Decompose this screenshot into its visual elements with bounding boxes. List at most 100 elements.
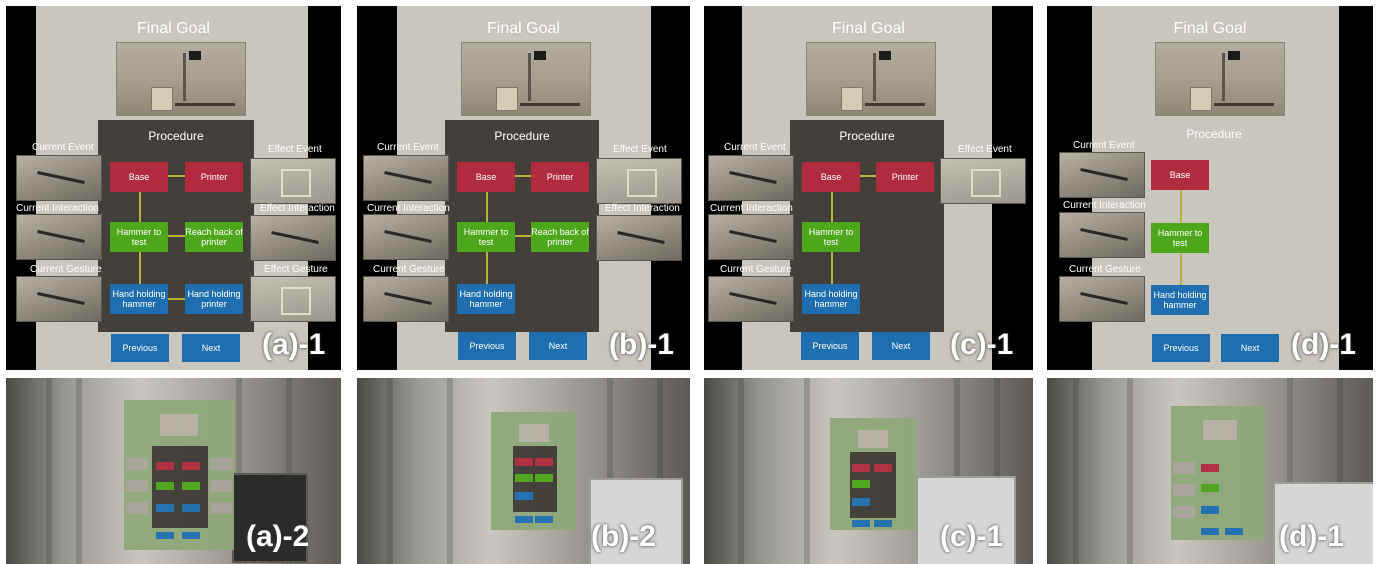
effect-gesture-label: Effect Gesture [264,264,328,275]
figure-label: (d)-1 [1291,328,1356,361]
node-base[interactable]: Base [802,162,860,192]
current-event-label: Current Event [724,142,786,153]
previous-button[interactable]: Previous [1152,334,1210,362]
current-event-label: Current Event [1073,140,1135,151]
node-base[interactable]: Base [457,162,515,192]
node-base[interactable]: Base [110,162,168,192]
connector [139,190,141,222]
current-interaction-label: Current Interaction [16,203,99,214]
current-interaction-label: Current Interaction [710,203,793,214]
connector [486,190,488,222]
current-gesture-label: Current Gesture [720,264,792,275]
effect-event-label: Effect Event [268,144,322,155]
figure-label: (c)-1 [950,328,1014,361]
connector [486,252,488,286]
node-hand-holding-hammer[interactable]: Hand holding hammer [802,284,860,314]
procedure-title: Procedure [1186,127,1242,141]
figure-label: (d)-1 [1279,520,1344,553]
current-interaction-label: Current Interaction [367,203,450,214]
panel-d-top: Final Goal Procedure Current Event Curre… [1047,6,1373,370]
previous-button[interactable]: Previous [801,332,859,360]
current-gesture-label: Current Gesture [1069,264,1141,275]
final-goal-image [116,42,246,116]
connector [1180,189,1182,223]
figure-label: (c)-1 [940,520,1004,553]
node-hand-holding-printer[interactable]: Hand holding printer [185,284,243,314]
current-gesture-label: Current Gesture [30,264,102,275]
previous-button[interactable]: Previous [111,334,169,362]
hologram-panel [830,418,916,530]
procedure-title: Procedure [494,129,550,143]
figure-label: (a)-2 [246,520,310,553]
final-goal-title: Final Goal [137,20,210,37]
current-interaction-thumbnail[interactable] [16,214,102,260]
node-hammer-to-test[interactable]: Hammer to test [1151,223,1209,253]
node-base[interactable]: Base [1151,160,1209,190]
node-reach-back-of-printer[interactable]: Reach back of printer [185,222,243,252]
node-hammer-to-test[interactable]: Hammer to test [110,222,168,252]
figure-label: (a)-1 [262,328,326,361]
photo-c: (c)-1 [704,378,1033,564]
current-gesture-label: Current Gesture [373,264,445,275]
effect-event-label: Effect Event [958,144,1012,155]
connector [831,190,833,222]
next-button[interactable]: Next [182,334,240,362]
hologram-panel [491,412,575,530]
node-printer[interactable]: Printer [876,162,934,192]
procedure-title: Procedure [148,129,204,143]
final-goal-title: Final Goal [1173,20,1247,37]
current-gesture-thumbnail[interactable] [1059,276,1145,322]
connector [1180,253,1182,287]
photo-b: (b)-2 [357,378,690,564]
figure-label: (b)-1 [609,328,674,361]
previous-button[interactable]: Previous [458,332,516,360]
final-goal-title: Final Goal [832,20,905,37]
current-event-thumbnail[interactable] [363,155,449,201]
photo-a: (a)-2 [6,378,341,564]
next-button[interactable]: Next [1221,334,1279,362]
effect-event-label: Effect Event [613,144,667,155]
node-hand-holding-hammer[interactable]: Hand holding hammer [110,284,168,314]
node-printer[interactable]: Printer [531,162,589,192]
effect-event-thumbnail[interactable] [940,158,1026,204]
current-gesture-thumbnail[interactable] [363,276,449,322]
current-interaction-thumbnail[interactable] [363,214,449,260]
final-goal-image [461,42,591,116]
current-gesture-thumbnail[interactable] [16,276,102,322]
current-interaction-thumbnail[interactable] [1059,212,1145,258]
next-button[interactable]: Next [529,332,587,360]
current-event-label: Current Event [32,142,94,153]
node-printer[interactable]: Printer [185,162,243,192]
effect-event-thumbnail[interactable] [250,158,336,204]
effect-interaction-thumbnail[interactable] [596,215,682,261]
current-interaction-label: Current Interaction [1063,200,1146,211]
panel-a-top: Final Goal Procedure Current Event Curre… [6,6,341,370]
connector [831,252,833,286]
figure-label: (b)-2 [591,520,656,553]
current-event-thumbnail[interactable] [708,155,794,201]
hologram-panel [1171,406,1265,540]
final-goal-image [806,42,936,116]
node-hand-holding-hammer[interactable]: Hand holding hammer [457,284,515,314]
effect-interaction-label: Effect Interaction [605,203,680,214]
node-hand-holding-hammer[interactable]: Hand holding hammer [1151,285,1209,315]
effect-gesture-thumbnail[interactable] [250,276,336,322]
procedure-title: Procedure [839,129,895,143]
node-reach-back-of-printer[interactable]: Reach back of printer [531,222,589,252]
effect-interaction-label: Effect Interaction [260,203,335,214]
current-gesture-thumbnail[interactable] [708,276,794,322]
panel-c-top: Final Goal Procedure Current Event Curre… [704,6,1033,370]
effect-event-thumbnail[interactable] [596,158,682,204]
node-hammer-to-test[interactable]: Hammer to test [802,222,860,252]
panel-b-top: Final Goal Procedure Current Event Curre… [357,6,690,370]
current-interaction-thumbnail[interactable] [708,214,794,260]
effect-interaction-thumbnail[interactable] [250,215,336,261]
connector [139,252,141,286]
next-button[interactable]: Next [872,332,930,360]
photo-d: (d)-1 [1047,378,1373,564]
final-goal-title: Final Goal [487,20,560,37]
current-event-thumbnail[interactable] [16,155,102,201]
current-event-thumbnail[interactable] [1059,152,1145,198]
node-hammer-to-test[interactable]: Hammer to test [457,222,515,252]
final-goal-image [1155,42,1285,116]
